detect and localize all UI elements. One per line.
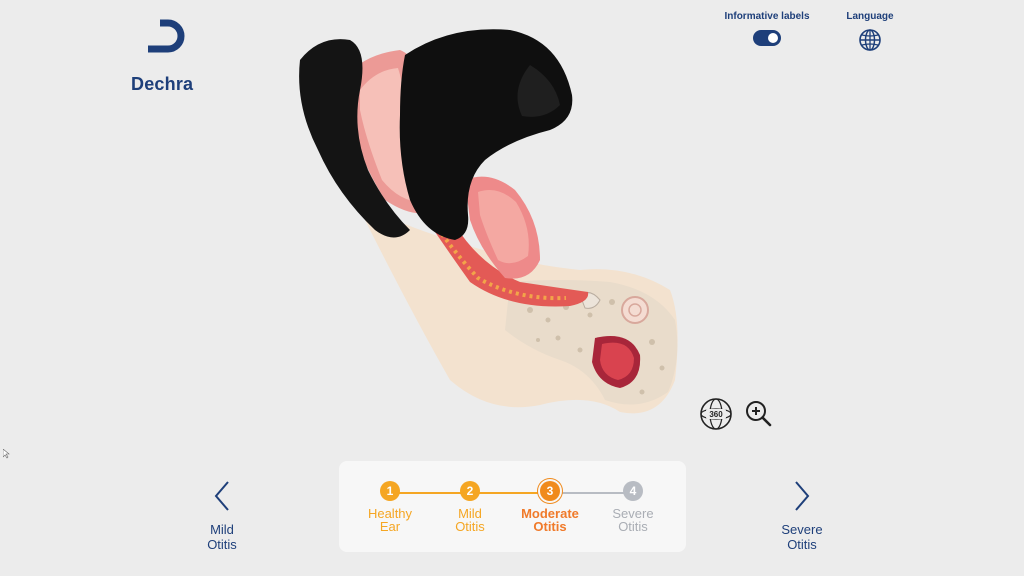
dechra-logo: Dechra	[128, 18, 208, 94]
rotate-360-button[interactable]: 360	[698, 396, 734, 437]
chevron-right-icon	[795, 481, 810, 511]
step-label: Healthy Ear	[367, 506, 413, 534]
ear-cross-section-illustration	[299, 29, 678, 414]
zoom-in-button[interactable]	[744, 399, 772, 432]
step-healthy-ear[interactable]: 1 Healthy Ear	[345, 481, 435, 533]
globe-icon	[859, 29, 881, 51]
informative-labels-label: Informative labels	[724, 11, 810, 22]
360-text: 360	[709, 410, 723, 419]
chevron-left-icon	[214, 481, 229, 511]
language-label: Language	[846, 11, 894, 22]
step-number-badge: 1	[380, 481, 400, 501]
brand-name: Dechra	[131, 74, 194, 94]
mouse-cursor	[2, 446, 11, 464]
step-number-badge: 4	[623, 481, 643, 501]
view-tools: 360	[698, 396, 778, 432]
step-number-badge: 2	[460, 481, 480, 501]
step-mild-otitis[interactable]: 2 Mild Otitis	[425, 481, 515, 533]
360-globe-icon: 360	[700, 398, 732, 430]
step-label: Moderate Otitis	[521, 506, 579, 534]
next-stage-label: Severe Otitis	[781, 522, 823, 552]
next-stage-button[interactable]: Severe Otitis	[762, 480, 842, 552]
prev-stage-label: Mild Otitis	[207, 522, 237, 552]
step-moderate-otitis[interactable]: 3 Moderate Otitis	[505, 481, 595, 533]
cursor-arrow-icon	[2, 448, 10, 459]
zoom-in-icon	[746, 401, 772, 427]
step-label: Severe Otitis	[612, 506, 654, 534]
ear-3d-model[interactable]	[290, 20, 690, 420]
language-control: Language	[840, 11, 900, 52]
step-severe-otitis[interactable]: 4 Severe Otitis	[588, 481, 678, 533]
language-button[interactable]	[858, 28, 882, 52]
step-label: Mild Otitis	[455, 506, 485, 534]
dechra-d-mark	[148, 19, 185, 53]
otitis-stage-stepper: 1 Healthy Ear 2 Mild Otitis 3 Moderate O…	[339, 461, 686, 552]
step-number-badge: 3	[540, 481, 560, 501]
informative-labels-control: Informative labels	[724, 11, 810, 46]
prev-stage-button[interactable]: Mild Otitis	[182, 480, 262, 552]
toggle-knob	[768, 33, 778, 43]
informative-labels-toggle[interactable]	[753, 30, 781, 46]
